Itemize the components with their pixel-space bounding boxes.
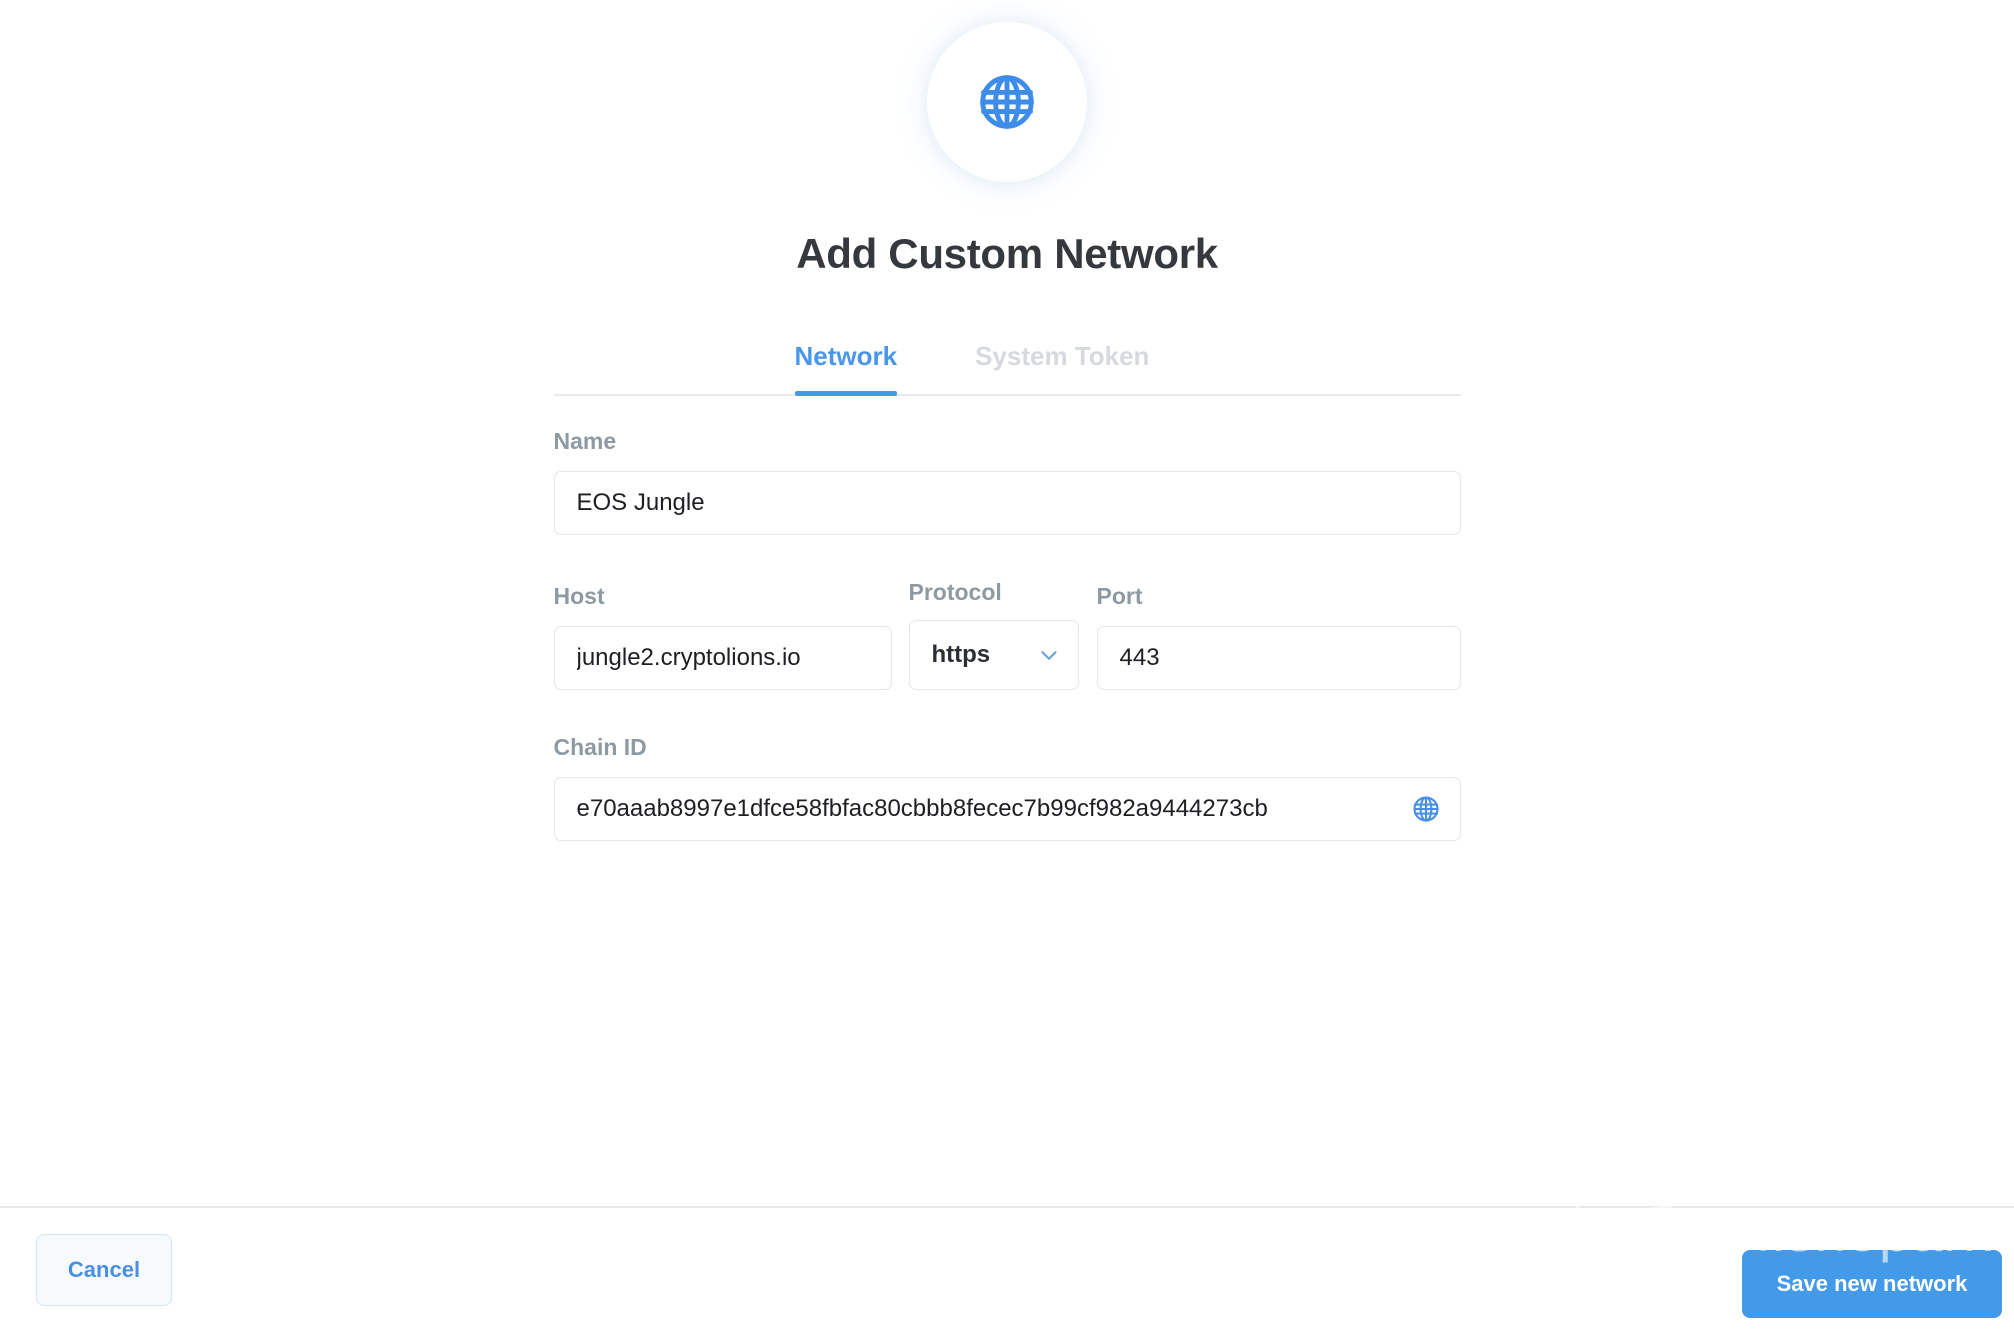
protocol-selected-value: https bbox=[931, 641, 991, 668]
dialog-header: Add Custom Network bbox=[0, 0, 2014, 278]
host-label: Host bbox=[553, 583, 605, 609]
port-label: Port bbox=[1096, 583, 1143, 609]
port-input[interactable] bbox=[1096, 626, 1461, 690]
cancel-button[interactable]: Cancel bbox=[36, 1234, 172, 1306]
field-port: Port bbox=[1096, 583, 1461, 690]
host-protocol-port-row: Host Protocol https Port bbox=[553, 579, 1461, 690]
chain-id-globe-icon[interactable] bbox=[1411, 794, 1441, 824]
protocol-select[interactable]: https bbox=[908, 620, 1079, 690]
tab-system-token[interactable]: System Token bbox=[975, 341, 1149, 394]
protocol-label: Protocol bbox=[908, 579, 1002, 605]
field-chain-id: Chain ID bbox=[553, 734, 1461, 841]
chain-id-input[interactable] bbox=[553, 777, 1461, 841]
tab-bar: Network System Token bbox=[553, 341, 1461, 396]
globe-icon bbox=[976, 71, 1038, 133]
chain-id-label: Chain ID bbox=[553, 734, 647, 760]
name-label: Name bbox=[553, 428, 617, 454]
tab-network[interactable]: Network bbox=[794, 341, 897, 396]
field-host: Host bbox=[553, 583, 892, 690]
network-logo-badge bbox=[927, 22, 1087, 182]
network-form: Name Host Protocol https Port C bbox=[553, 396, 1461, 841]
dialog-footer: Cancel Save new network bbox=[0, 1206, 2014, 1342]
chevron-down-icon bbox=[1036, 642, 1062, 668]
field-protocol: Protocol https bbox=[908, 579, 1079, 690]
host-input[interactable] bbox=[553, 626, 892, 690]
field-name: Name bbox=[553, 428, 1461, 535]
name-input[interactable] bbox=[553, 471, 1461, 535]
page-title: Add Custom Network bbox=[796, 230, 1218, 277]
save-new-network-button[interactable]: Save new network bbox=[1742, 1250, 2002, 1318]
